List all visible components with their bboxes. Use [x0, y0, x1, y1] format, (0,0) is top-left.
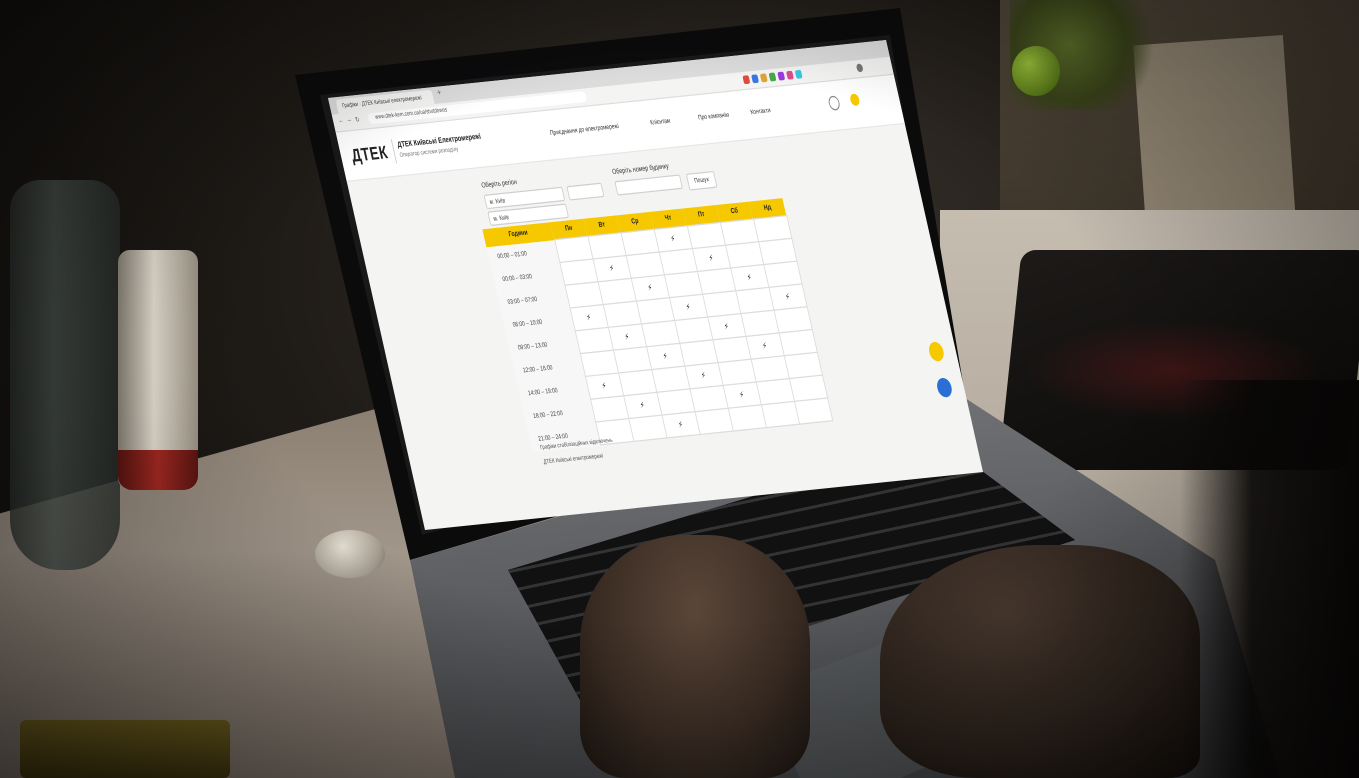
person-silhouette: [1180, 380, 1359, 778]
nav-menu-item[interactable]: Клієнтам: [650, 118, 671, 127]
region-label: Оберіть регіон: [480, 179, 518, 191]
extension-icon[interactable]: [785, 70, 794, 80]
accessibility-fab-icon[interactable]: [927, 341, 946, 362]
outage-schedule-table: Години Пн Вт Ср Чт Пт Сб Нд 00:00 – 01:0…: [482, 198, 833, 452]
search-button[interactable]: Пошук: [685, 170, 718, 191]
address-select[interactable]: [614, 174, 683, 196]
desk-stone: [315, 530, 385, 578]
green-apple: [1012, 46, 1060, 96]
extension-icon[interactable]: [759, 73, 768, 83]
power-on-cell: [697, 268, 736, 295]
nav-menu-item[interactable]: Приєднання до електромережі: [549, 123, 619, 137]
profile-icon[interactable]: [855, 63, 864, 73]
street-select[interactable]: [566, 182, 605, 201]
nav-menu-item[interactable]: Про компанію: [698, 112, 730, 122]
power-on-cell: [597, 278, 636, 305]
power-on-cell: [740, 310, 779, 337]
outage-cell: ⚡: [722, 382, 761, 409]
address-label: Оберіть номер будинку: [611, 163, 670, 177]
site-logo[interactable]: ДТЕК: [350, 142, 390, 166]
nav-menu-item[interactable]: Контакти: [750, 107, 772, 116]
left-hand: [580, 535, 810, 778]
reload-icon[interactable]: ↻: [354, 116, 361, 125]
power-on-cell: [758, 238, 797, 265]
chat-fab-icon[interactable]: [935, 377, 954, 398]
extension-icon[interactable]: [794, 69, 803, 79]
extension-icon[interactable]: [751, 74, 760, 84]
extension-icon[interactable]: [777, 71, 786, 81]
extension-icon[interactable]: [742, 75, 751, 85]
new-tab-icon[interactable]: +: [437, 89, 442, 98]
forward-icon[interactable]: →: [346, 116, 353, 124]
extension-icon[interactable]: [768, 72, 777, 82]
search-icon[interactable]: [827, 95, 842, 111]
spray-can-cap: [118, 450, 198, 490]
glass-bottle: [10, 180, 120, 570]
yellow-object: [20, 720, 230, 778]
photo-scene: Графіки · ДТЕК Київські електромережі + …: [0, 0, 1359, 778]
back-icon[interactable]: ←: [338, 117, 345, 125]
power-on-cell: [783, 352, 823, 379]
power-on-cell: [641, 320, 680, 347]
accessibility-icon[interactable]: [849, 93, 861, 107]
browser-window: Графіки · ДТЕК Київські електромережі + …: [328, 40, 983, 531]
right-hand: [880, 545, 1200, 778]
